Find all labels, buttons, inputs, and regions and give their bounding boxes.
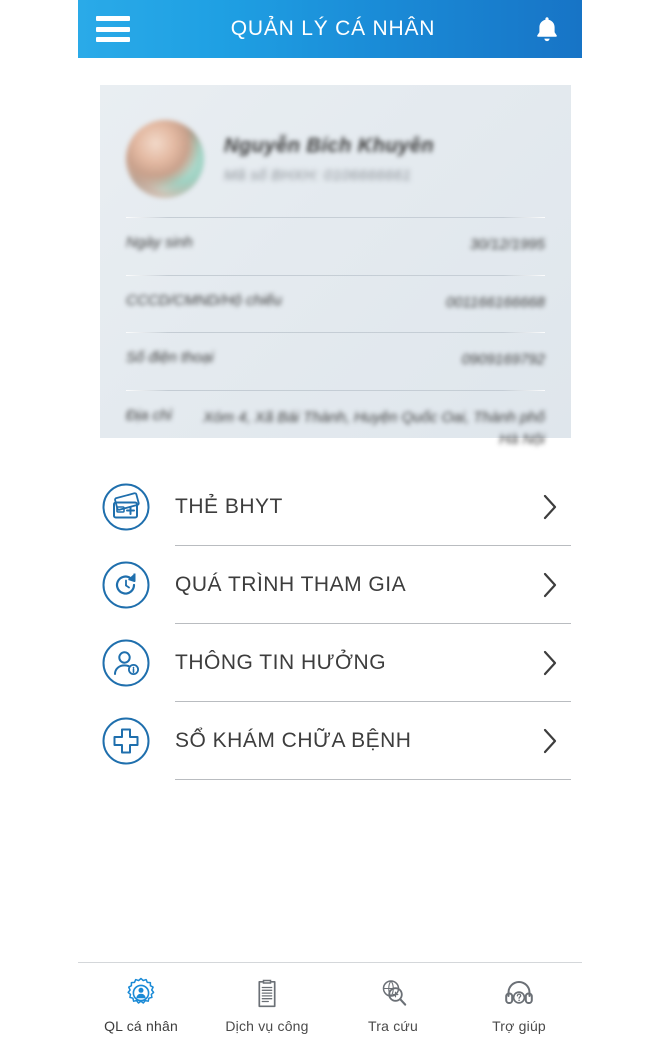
chevron-right-icon[interactable] [539, 570, 561, 600]
hamburger-menu-icon[interactable] [96, 16, 130, 42]
profile-name: Nguyễn Bích Khuyên [224, 134, 435, 157]
info-label: CCCD/CMND/Hộ chiếu [126, 291, 282, 309]
profile-info-row: CCCD/CMND/Hộ chiếu 001166166668 [126, 276, 545, 329]
history-clock-icon [100, 559, 152, 611]
info-value: 30/12/1995 [469, 236, 545, 253]
menu-item-label: THẺ BHYT [175, 494, 283, 518]
menu-item-label: THÔNG TIN HƯỞNG [175, 650, 387, 674]
tab-tro-giup[interactable]: Trợ giúp [456, 975, 582, 1034]
tab-label: Tra cứu [368, 1018, 418, 1034]
app-screen: QUẢN LÝ CÁ NHÂN Nguyễn Bích Khuyên Mã số… [0, 0, 660, 1050]
chevron-right-icon[interactable] [539, 648, 561, 678]
menu-item-label: QUÁ TRÌNH THAM GIA [175, 572, 407, 596]
page-title: QUẢN LÝ CÁ NHÂN [230, 17, 436, 40]
main-menu-list: THẺ BHYT QUÁ TRÌNH THAM GIA THÔNG TIN HƯ… [100, 468, 571, 780]
tab-label: Trợ giúp [492, 1018, 546, 1034]
tab-label: QL cá nhân [104, 1018, 178, 1034]
info-value: 0909169792 [461, 351, 545, 368]
gear-person-icon [124, 975, 158, 1011]
menu-item-thong-tin-huong[interactable]: THÔNG TIN HƯỞNG [100, 624, 571, 702]
info-value: Xóm 4, Xã Bái Thành, Huyện Quốc Oai, Thà… [203, 408, 545, 449]
info-label: Địa chỉ [126, 406, 172, 424]
menu-item-label: SỔ KHÁM CHỮA BỆNH [175, 728, 412, 752]
profile-social-code: Mã số BHXH: 0106666661 [224, 166, 412, 184]
menu-item-so-kham-chua-benh[interactable]: SỔ KHÁM CHỮA BỆNH [100, 702, 571, 780]
hamburger-bar [96, 37, 130, 42]
tab-dich-vu-cong[interactable]: Dịch vụ công [204, 975, 330, 1034]
bell-icon[interactable] [530, 12, 564, 46]
headset-help-icon [502, 975, 536, 1011]
app-header: QUẢN LÝ CÁ NHÂN [78, 0, 582, 58]
hamburger-bar [96, 26, 130, 32]
menu-item-row: QUÁ TRÌNH THAM GIA [175, 546, 571, 624]
menu-item-row: THẺ BHYT [175, 468, 571, 546]
info-value: 001166166668 [446, 293, 545, 311]
tab-label: Dịch vụ công [225, 1018, 309, 1034]
menu-item-the-bhyt[interactable]: THẺ BHYT [100, 468, 571, 546]
info-label: Ngày sinh [126, 234, 193, 251]
menu-item-row: SỔ KHÁM CHỮA BỆNH [175, 702, 571, 780]
profile-header: Nguyễn Bích Khuyên Mã số BHXH: 010666666… [126, 105, 545, 213]
profile-card: Nguyễn Bích Khuyên Mã số BHXH: 010666666… [100, 85, 571, 448]
chevron-right-icon[interactable] [539, 492, 561, 522]
globe-search-icon [376, 975, 410, 1011]
health-insurance-card-icon [100, 481, 152, 533]
medical-cross-icon [100, 715, 152, 767]
profile-identity: Nguyễn Bích Khuyên Mã số BHXH: 010666666… [224, 135, 545, 184]
profile-info-row: Số điện thoại 0909169792 [126, 333, 545, 386]
profile-info-row: Địa chỉ Xóm 4, Xã Bái Thành, Huyện Quốc … [126, 391, 545, 466]
person-info-icon [100, 637, 152, 689]
tab-ql-ca-nhan[interactable]: QL cá nhân [78, 975, 204, 1034]
chevron-right-icon[interactable] [539, 726, 561, 756]
tab-tra-cuu[interactable]: Tra cứu [330, 975, 456, 1034]
info-label: Số điện thoại [126, 349, 214, 366]
profile-info-row: Ngày sinh 30/12/1995 [126, 218, 545, 271]
bottom-navigation: QL cá nhân Dịch vụ công Tra cứu Trợ giúp [78, 962, 582, 1050]
avatar [126, 120, 204, 198]
hamburger-bar [96, 16, 130, 21]
document-icon [250, 975, 284, 1011]
menu-item-row: THÔNG TIN HƯỞNG [175, 624, 571, 702]
menu-item-qua-trinh-tham-gia[interactable]: QUÁ TRÌNH THAM GIA [100, 546, 571, 624]
